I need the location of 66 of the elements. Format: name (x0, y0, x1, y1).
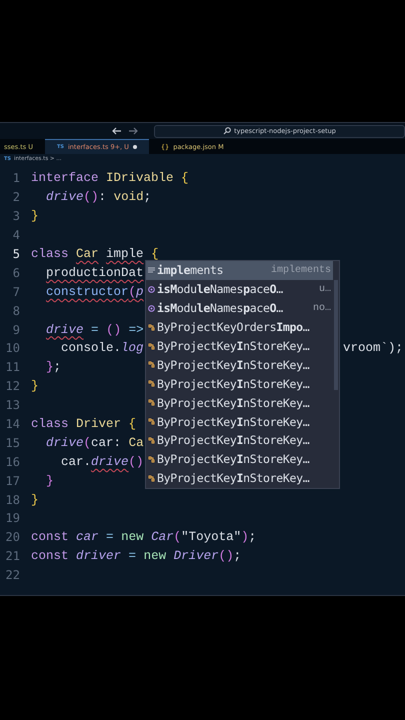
line-number: 8 (12, 304, 20, 318)
line-number: 4 (12, 228, 20, 242)
code-line: interface IDrivable { (31, 171, 189, 186)
back-icon[interactable] (112, 127, 122, 135)
line-number: 3 (12, 209, 20, 224)
class-icon (148, 456, 155, 463)
line-number: 15 (4, 436, 20, 450)
line-number: 7 (12, 284, 20, 299)
code-line: } (31, 209, 39, 224)
class-icon (148, 399, 155, 406)
suggestion-item[interactable]: isModuleNamespaceO… no… (146, 298, 333, 318)
class-icon (148, 380, 155, 388)
code-line: } (31, 379, 39, 394)
code-line: const driver = new Driver(); (31, 549, 242, 564)
line-number: 6 (12, 266, 20, 280)
code-line: drive = () => (45, 322, 144, 337)
line-number: 16 (4, 454, 20, 469)
code-line: console.log (60, 341, 144, 356)
line-number: 22 (4, 568, 20, 582)
line-number: 10 (4, 341, 20, 356)
search-icon (223, 127, 232, 135)
line-number: 18 (4, 492, 20, 507)
class-icon (148, 474, 155, 482)
line-number: 9 (12, 322, 20, 337)
suggestion-item[interactable]: ByProjectKeyInStoreKey… (146, 450, 333, 469)
class-icon (148, 324, 155, 331)
code-line: class Driver { (31, 417, 136, 432)
class-icon (148, 436, 155, 444)
line-number: 13 (4, 398, 20, 412)
line-number: 1 (12, 171, 20, 186)
keyword-icon (148, 267, 155, 274)
suggestion-item[interactable]: ByProjectKeyInStoreKey… (146, 336, 333, 356)
line-number: 14 (4, 417, 20, 432)
code-line: }; (45, 360, 62, 374)
code-line: constructor(p (45, 284, 144, 299)
suggestion-item[interactable]: ByProjectKeyInStoreKey… (146, 468, 333, 488)
suggestion-item[interactable]: ByProjectKeyOrdersImpo… (146, 318, 333, 337)
code-line: vroom`); (342, 341, 404, 356)
line-number: 19 (4, 511, 20, 526)
code-line: } (31, 492, 39, 507)
forward-icon[interactable] (128, 127, 138, 135)
line-number: 11 (4, 360, 20, 374)
code-line: car.drive() (60, 454, 144, 469)
class-icon (148, 342, 155, 350)
line-number: 21 (4, 549, 20, 564)
suggestion-item[interactable]: ByProjectKeyInStoreKey… (146, 412, 333, 432)
code-line: productionDat (45, 266, 144, 280)
line-number: 12 (4, 379, 20, 394)
class-icon (148, 418, 155, 426)
code-line: drive(car: Ca (45, 436, 144, 450)
line-number: 17 (4, 474, 20, 488)
suggestion-item[interactable]: ByProjectKeyInStoreKey… (146, 355, 333, 374)
suggestion-item[interactable]: ByProjectKeyInStoreKey… (146, 431, 333, 450)
unsaved-dot-icon (132, 145, 137, 149)
code-line: drive(): void; (45, 190, 152, 204)
suggestion-item[interactable]: implements implements (146, 261, 333, 280)
suggestion-item[interactable]: isModuleNamespaceO… u… (146, 280, 333, 299)
class-icon (148, 361, 155, 368)
line-number: 2 (12, 190, 20, 204)
code-line: const car = new Car("Toyota"); (31, 530, 256, 544)
suggestion-item[interactable]: ByProjectKeyInStoreKey… (146, 393, 333, 412)
code-line: } (45, 474, 54, 488)
line-number: 20 (4, 530, 20, 544)
suggestion-item[interactable]: ByProjectKeyInStoreKey… (146, 374, 333, 394)
line-number: 5 (12, 247, 20, 261)
code-line: class Car imple { (31, 247, 159, 261)
